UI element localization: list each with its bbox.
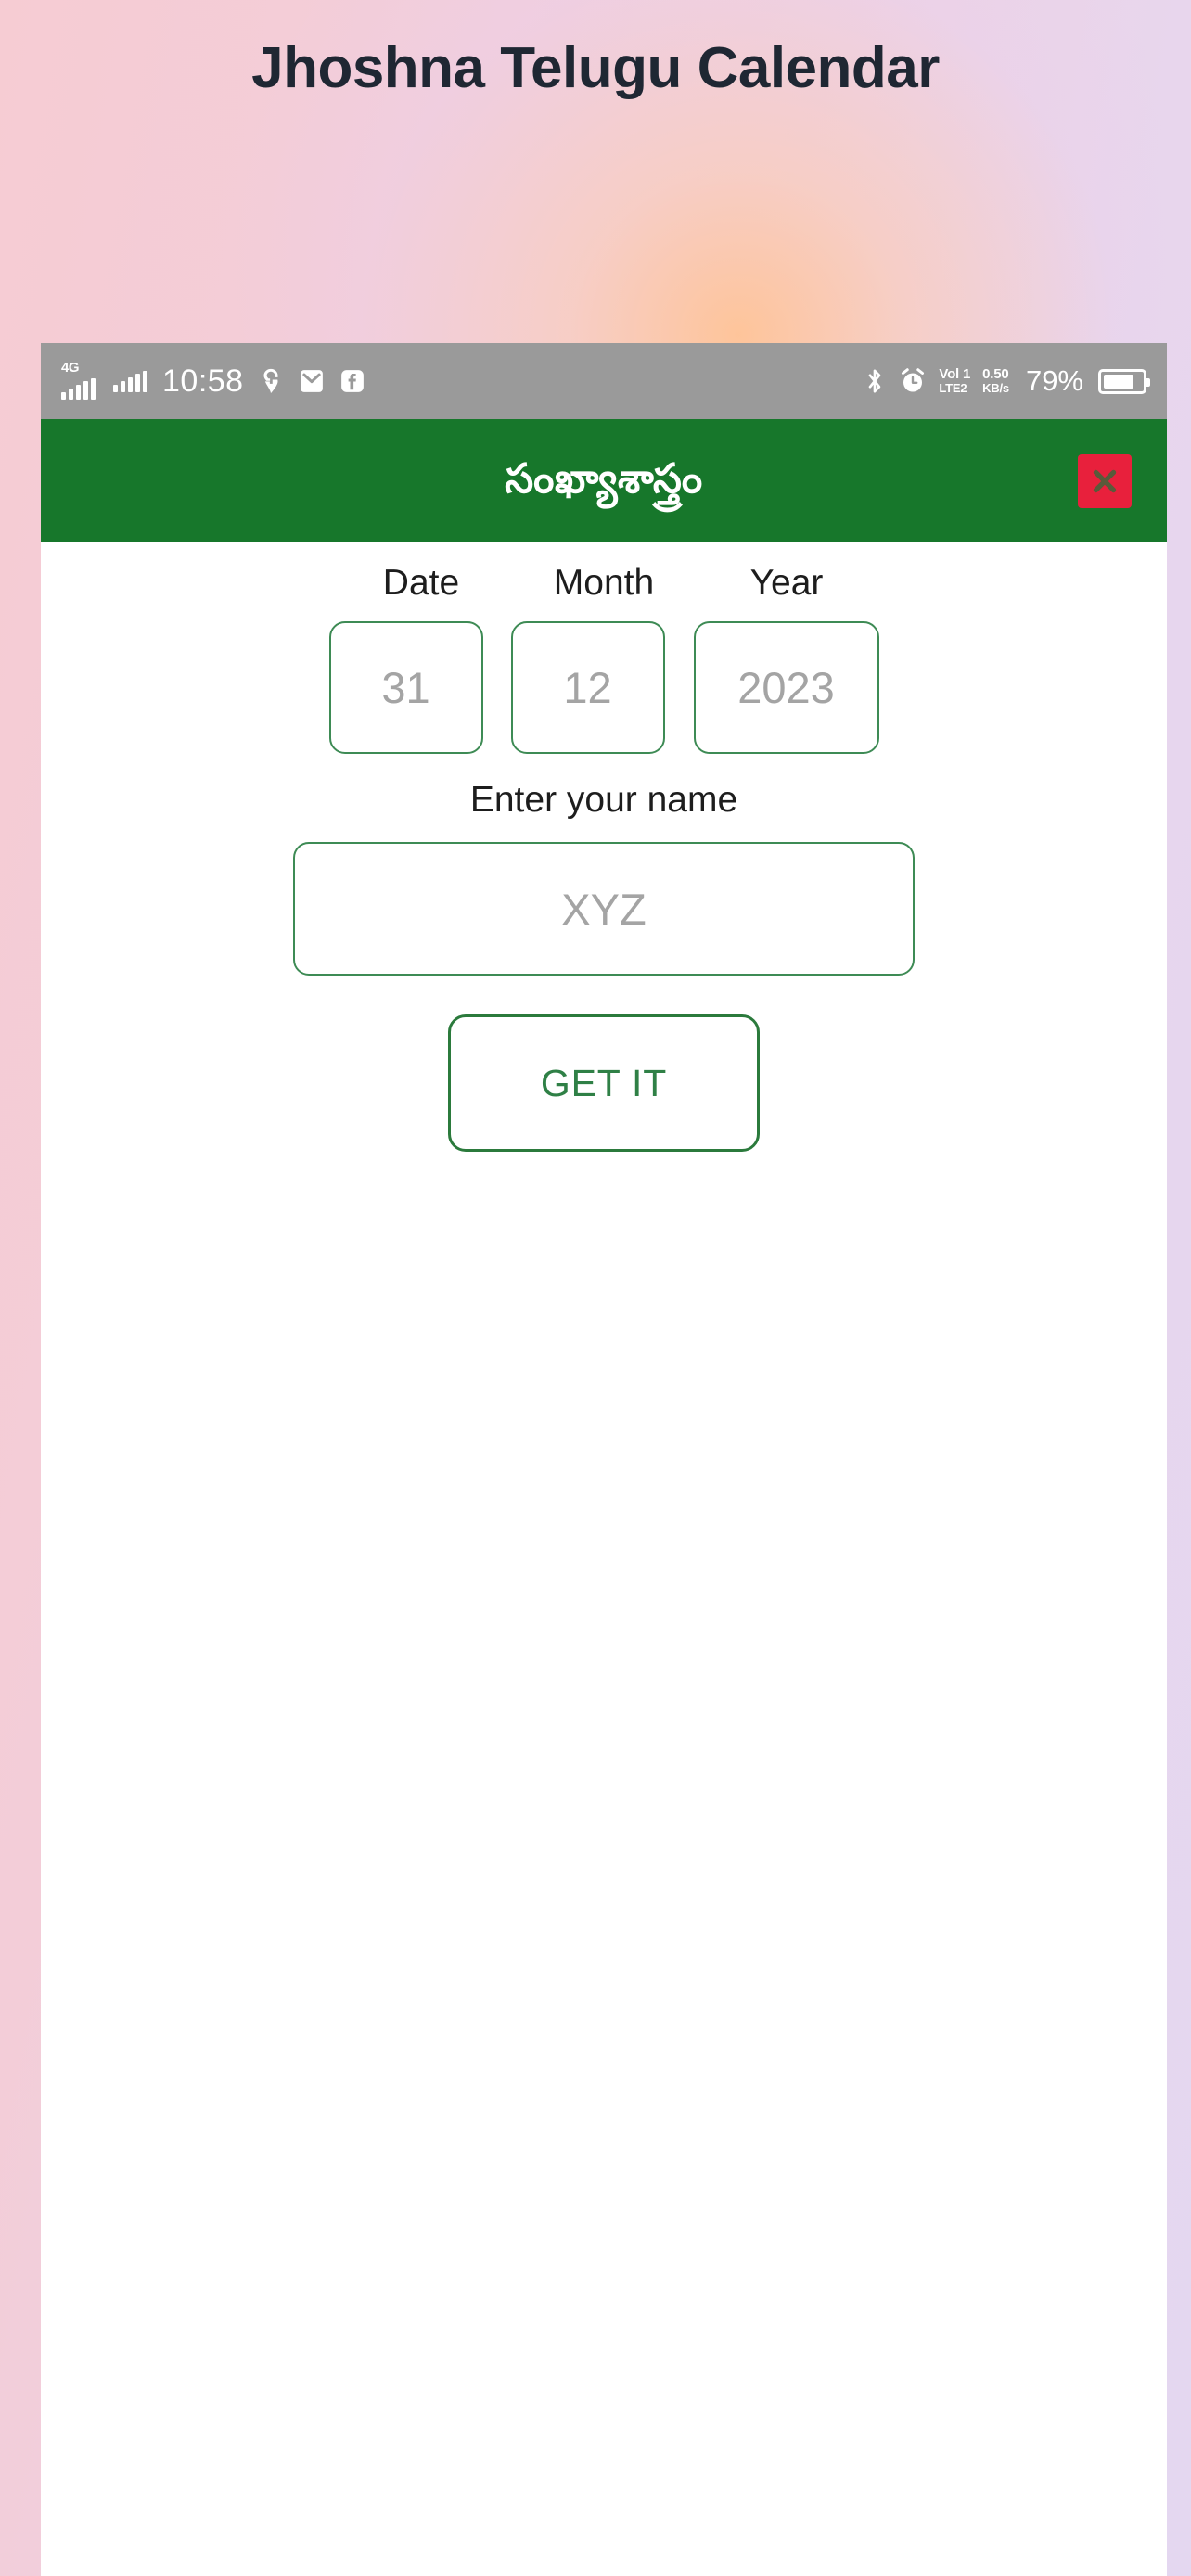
battery-icon — [1098, 368, 1150, 394]
bluetooth-icon — [863, 367, 887, 395]
alarm-icon — [899, 367, 927, 395]
date-label: Date — [382, 563, 460, 603]
month-label: Month — [553, 563, 655, 603]
status-bar-left: 4G 10:58 — [61, 360, 366, 400]
volte-line2: LTE2 — [939, 381, 967, 396]
volte-icon: Vol 1 LTE2 — [939, 367, 970, 395]
year-label: Year — [749, 563, 824, 603]
app-bar: సంఖ్యాశాస్త్రం — [41, 419, 1167, 542]
status-bar-right: Vol 1 LTE2 0.50 KB/s 79% — [863, 364, 1150, 398]
phone-screenshot: 4G 10:58 Vol 1 LTE2 0.50 KB/s 79% సంఖ్యా… — [41, 343, 1167, 2576]
date-inputs-row: 31 12 2023 — [41, 621, 1167, 754]
facebook-icon — [339, 367, 366, 395]
name-label: Enter your name — [469, 780, 738, 820]
network-type-label: 4G — [61, 360, 80, 376]
close-icon — [1093, 469, 1117, 492]
page-title: Jhoshna Telugu Calendar — [251, 36, 940, 100]
form-body: Date Month Year 31 12 2023 Enter your na… — [41, 542, 1167, 2576]
signal-4g-icon: 4G — [61, 360, 100, 400]
mail-icon — [298, 367, 326, 395]
close-button[interactable] — [1078, 453, 1132, 508]
signal-bars-icon — [113, 370, 147, 392]
date-input[interactable]: 31 — [328, 621, 483, 754]
month-input[interactable]: 12 — [510, 621, 665, 754]
status-bar-clock: 10:58 — [162, 363, 244, 399]
data-rate-value: 0.50 — [982, 366, 1009, 383]
name-input[interactable]: XYZ — [293, 842, 915, 976]
year-input[interactable]: 2023 — [693, 621, 879, 754]
app-bar-title: సంఖ్యాశాస్త్రం — [505, 454, 703, 503]
data-rate-icon: 0.50 KB/s — [982, 367, 1009, 395]
data-rate-unit: KB/s — [982, 381, 1009, 396]
volte-line1: Vol 1 — [939, 366, 971, 383]
date-field-labels: Date Month Year — [41, 563, 1167, 604]
battery-percent-label: 79% — [1025, 364, 1083, 397]
swiggy-icon — [257, 367, 285, 395]
get-it-button[interactable]: GET IT — [448, 1014, 760, 1152]
status-bar: 4G 10:58 Vol 1 LTE2 0.50 KB/s 79% — [41, 343, 1167, 419]
